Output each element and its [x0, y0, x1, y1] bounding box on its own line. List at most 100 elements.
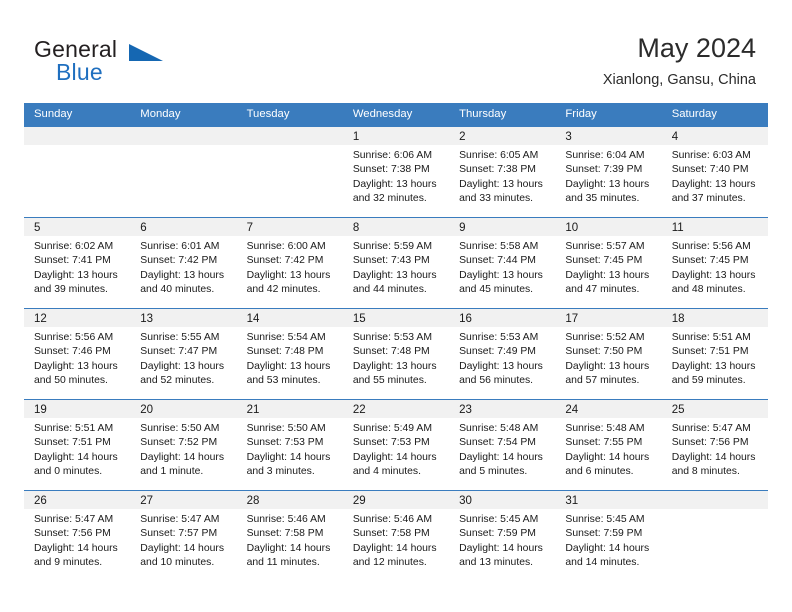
sunrise-text: Sunrise: 5:47 AM: [34, 514, 114, 525]
sunset-text: Sunset: 7:44 PM: [459, 255, 536, 267]
daylight-text-line2: and 12 minutes.: [352, 556, 427, 568]
day-cell[interactable]: 1 Sunrise: 6:06 AM Sunset: 7:38 PM Dayli…: [342, 127, 450, 217]
day-number-band: 30: [449, 491, 556, 509]
day-cell[interactable]: 22 Sunrise: 5:49 AM Sunset: 7:53 PM Dayl…: [342, 400, 450, 490]
day-number: 4: [671, 131, 679, 143]
day-cell[interactable]: 10 Sunrise: 5:57 AM Sunset: 7:45 PM Dayl…: [555, 218, 662, 308]
sunset-text: Sunset: 7:59 PM: [565, 528, 643, 540]
day-number: 26: [34, 495, 47, 507]
daylight-text-line1: Daylight: 13 hours: [140, 269, 225, 281]
day-cell[interactable]: [24, 127, 131, 217]
day-number: 18: [671, 313, 685, 325]
day-number-band: 2: [449, 127, 556, 145]
daylight-text-line2: and 39 minutes.: [34, 283, 108, 295]
daylight-text-line1: Daylight: 13 hours: [565, 178, 650, 190]
calendar-week-row: 5 Sunrise: 6:02 AM Sunset: 7:41 PM Dayli…: [24, 217, 768, 308]
day-cell[interactable]: 29 Sunrise: 5:46 AM Sunset: 7:58 PM Dayl…: [342, 491, 450, 581]
day-number-band: 6: [130, 218, 237, 236]
daylight-text-line1: Daylight: 13 hours: [565, 360, 650, 372]
day-cell[interactable]: 14 Sunrise: 5:54 AM Sunset: 7:48 PM Dayl…: [236, 309, 343, 399]
day-cell[interactable]: 31 Sunrise: 5:45 AM Sunset: 7:59 PM Dayl…: [555, 491, 662, 581]
sunrise-text: Sunrise: 5:48 AM: [565, 423, 645, 434]
daylight-text-line1: Daylight: 13 hours: [565, 269, 650, 281]
sunset-text: Sunset: 7:47 PM: [140, 346, 218, 358]
general-blue-logo[interactable]: General Blue: [34, 36, 234, 88]
daylight-text-line2: and 52 minutes.: [140, 374, 215, 386]
day-number-band: [661, 491, 768, 509]
day-details: Sunrise: 6:03 AM Sunset: 7:40 PM Dayligh…: [662, 145, 768, 206]
day-number: 3: [565, 131, 572, 143]
sunrise-text: Sunrise: 5:51 AM: [34, 423, 114, 434]
day-number: 22: [352, 404, 366, 416]
day-cell[interactable]: 23 Sunrise: 5:48 AM Sunset: 7:54 PM Dayl…: [449, 400, 556, 490]
sunset-text: Sunset: 7:55 PM: [565, 437, 643, 449]
sunrise-text: Sunrise: 5:56 AM: [671, 241, 751, 252]
daylight-text-line2: and 9 minutes.: [34, 556, 103, 568]
day-number-band: 25: [661, 400, 768, 418]
day-cell[interactable]: 4 Sunrise: 6:03 AM Sunset: 7:40 PM Dayli…: [661, 127, 768, 217]
day-cell[interactable]: 9 Sunrise: 5:58 AM Sunset: 7:44 PM Dayli…: [449, 218, 556, 308]
day-number-band: 19: [24, 400, 131, 418]
sunrise-text: Sunrise: 5:46 AM: [246, 514, 326, 525]
day-cell[interactable]: 25 Sunrise: 5:47 AM Sunset: 7:56 PM Dayl…: [661, 400, 768, 490]
day-cell[interactable]: 21 Sunrise: 5:50 AM Sunset: 7:53 PM Dayl…: [236, 400, 343, 490]
daylight-text-line1: Daylight: 14 hours: [34, 542, 118, 554]
sunset-text: Sunset: 7:41 PM: [34, 255, 111, 267]
daylight-text-line1: Daylight: 13 hours: [140, 360, 225, 372]
sunrise-text: Sunrise: 5:53 AM: [352, 332, 432, 343]
day-cell[interactable]: 11 Sunrise: 5:56 AM Sunset: 7:45 PM Dayl…: [661, 218, 768, 308]
day-number: 12: [34, 313, 47, 325]
day-cell[interactable]: 28 Sunrise: 5:46 AM Sunset: 7:58 PM Dayl…: [236, 491, 343, 581]
sunrise-text: Sunrise: 6:04 AM: [565, 150, 645, 161]
day-cell[interactable]: 3 Sunrise: 6:04 AM Sunset: 7:39 PM Dayli…: [555, 127, 662, 217]
day-cell[interactable]: 17 Sunrise: 5:52 AM Sunset: 7:50 PM Dayl…: [555, 309, 662, 399]
day-cell[interactable]: [236, 127, 343, 217]
day-cell[interactable]: 19 Sunrise: 5:51 AM Sunset: 7:51 PM Dayl…: [24, 400, 131, 490]
day-cell[interactable]: [130, 127, 237, 217]
day-cell[interactable]: [661, 491, 768, 581]
day-details: Sunrise: 5:53 AM Sunset: 7:48 PM Dayligh…: [343, 327, 449, 388]
day-cell[interactable]: 24 Sunrise: 5:48 AM Sunset: 7:55 PM Dayl…: [555, 400, 662, 490]
day-cell[interactable]: 2 Sunrise: 6:05 AM Sunset: 7:38 PM Dayli…: [449, 127, 556, 217]
day-number-band: 28: [236, 491, 343, 509]
day-details: Sunrise: 5:53 AM Sunset: 7:49 PM Dayligh…: [449, 327, 555, 388]
day-number: 28: [246, 495, 260, 507]
daylight-text-line2: and 48 minutes.: [671, 283, 746, 295]
daylight-text-line2: and 57 minutes.: [565, 374, 640, 386]
day-cell[interactable]: 20 Sunrise: 5:50 AM Sunset: 7:52 PM Dayl…: [130, 400, 237, 490]
sunset-text: Sunset: 7:57 PM: [140, 528, 218, 540]
day-cell[interactable]: 15 Sunrise: 5:53 AM Sunset: 7:48 PM Dayl…: [342, 309, 450, 399]
day-cell[interactable]: 12 Sunrise: 5:56 AM Sunset: 7:46 PM Dayl…: [24, 309, 131, 399]
day-cell[interactable]: 13 Sunrise: 5:55 AM Sunset: 7:47 PM Dayl…: [130, 309, 237, 399]
day-cell[interactable]: 16 Sunrise: 5:53 AM Sunset: 7:49 PM Dayl…: [449, 309, 556, 399]
day-cell[interactable]: 30 Sunrise: 5:45 AM Sunset: 7:59 PM Dayl…: [449, 491, 556, 581]
day-details: Sunrise: 5:45 AM Sunset: 7:59 PM Dayligh…: [449, 509, 555, 570]
day-number-band: 13: [130, 309, 237, 327]
sunrise-text: Sunrise: 5:49 AM: [352, 423, 432, 434]
day-cell[interactable]: 18 Sunrise: 5:51 AM Sunset: 7:51 PM Dayl…: [661, 309, 768, 399]
daylight-text-line2: and 59 minutes.: [671, 374, 746, 386]
day-cell[interactable]: 7 Sunrise: 6:00 AM Sunset: 7:42 PM Dayli…: [236, 218, 343, 308]
day-number-band: 23: [449, 400, 556, 418]
daylight-text-line2: and 50 minutes.: [34, 374, 108, 386]
calendar-week-row: 19 Sunrise: 5:51 AM Sunset: 7:51 PM Dayl…: [24, 399, 768, 490]
day-cell[interactable]: 8 Sunrise: 5:59 AM Sunset: 7:43 PM Dayli…: [342, 218, 450, 308]
daylight-text-line1: Daylight: 14 hours: [352, 451, 437, 463]
day-cell[interactable]: 26 Sunrise: 5:47 AM Sunset: 7:56 PM Dayl…: [24, 491, 131, 581]
daylight-text-line2: and 40 minutes.: [140, 283, 215, 295]
day-details: [662, 509, 768, 513]
day-cell[interactable]: 5 Sunrise: 6:02 AM Sunset: 7:41 PM Dayli…: [24, 218, 131, 308]
sunset-text: Sunset: 7:56 PM: [671, 437, 749, 449]
day-cell[interactable]: 27 Sunrise: 5:47 AM Sunset: 7:57 PM Dayl…: [130, 491, 237, 581]
daylight-text-line2: and 8 minutes.: [671, 465, 740, 477]
sunrise-text: Sunrise: 5:45 AM: [565, 514, 645, 525]
day-number: 9: [459, 222, 466, 234]
day-details: Sunrise: 5:50 AM Sunset: 7:52 PM Dayligh…: [130, 418, 236, 479]
page-header: General Blue May 2024 Xianlong, Gansu, C…: [0, 0, 792, 97]
day-cell[interactable]: 6 Sunrise: 6:01 AM Sunset: 7:42 PM Dayli…: [130, 218, 237, 308]
day-details: Sunrise: 6:02 AM Sunset: 7:41 PM Dayligh…: [24, 236, 130, 297]
daylight-text-line2: and 55 minutes.: [352, 374, 427, 386]
weekday-header-saturday: Saturday: [671, 108, 717, 120]
sunset-text: Sunset: 7:52 PM: [140, 437, 218, 449]
day-number: 7: [246, 222, 253, 234]
